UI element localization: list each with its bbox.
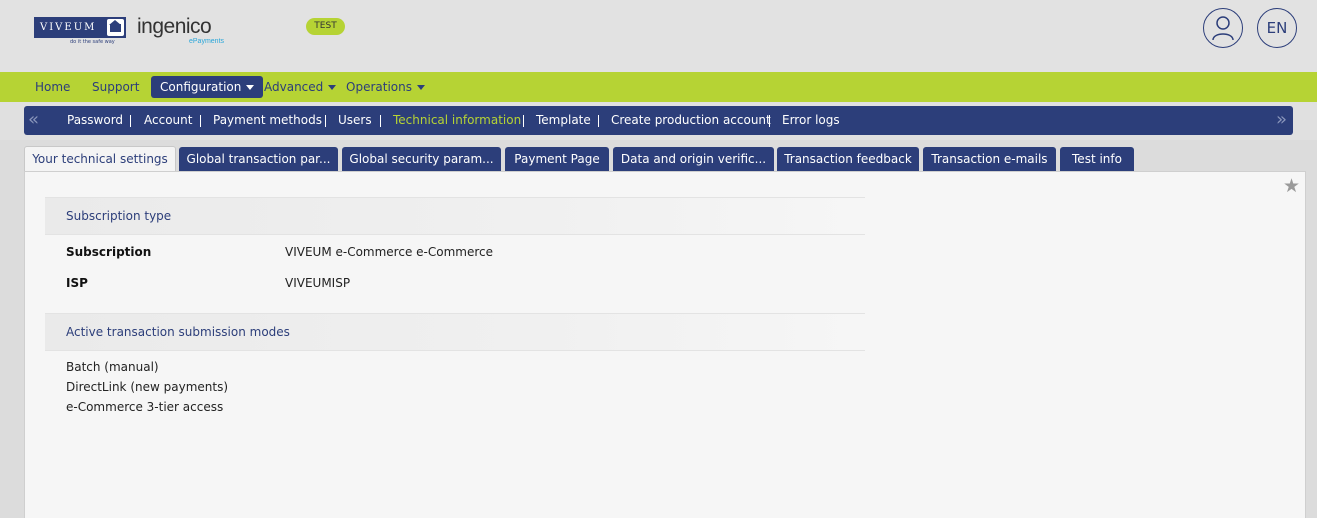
environment-badge: TEST <box>306 18 345 35</box>
isp-value: VIVEUMISP <box>285 276 351 290</box>
menu-support-label: Support <box>92 80 140 94</box>
user-account-button[interactable] <box>1203 8 1243 48</box>
submenu-account[interactable]: Account <box>144 106 192 135</box>
submenu-create-production-account[interactable]: Create production account <box>611 106 771 135</box>
main-menu: Home Support Configuration Advanced Oper… <box>0 72 1317 102</box>
ingenico-logo-subtext: ePayments <box>189 38 225 45</box>
tab-your-technical-settings[interactable]: Your technical settings <box>24 146 176 172</box>
section-active-submission-modes: Active transaction submission modes <box>45 313 865 351</box>
section-subscription-type: Subscription type <box>45 197 865 235</box>
scroll-right-icon[interactable]: » <box>1276 109 1287 131</box>
chevron-down-icon <box>416 85 425 90</box>
menu-support[interactable]: Support <box>83 76 148 98</box>
submenu-area: « Password Account Payment methods Users… <box>0 102 1317 140</box>
tab-payment-page[interactable]: Payment Page <box>505 147 609 171</box>
menu-operations[interactable]: Operations <box>337 76 434 98</box>
list-item: DirectLink (new payments) <box>66 380 229 394</box>
submenu-divider <box>769 115 770 127</box>
submenu-divider <box>325 115 326 127</box>
tab-strip: Your technical settings Global transacti… <box>0 140 1317 172</box>
subscription-value: VIVEUM e-Commerce e-Commerce <box>285 245 493 259</box>
tab-data-origin-verification[interactable]: Data and origin verific... <box>613 147 774 171</box>
menu-configuration[interactable]: Configuration <box>151 76 264 98</box>
menu-advanced[interactable]: Advanced <box>255 76 345 98</box>
tab-global-security-parameters[interactable]: Global security param... <box>342 147 501 171</box>
submenu-divider <box>130 115 131 127</box>
favorite-star-icon[interactable]: ★ <box>1283 176 1300 196</box>
content-panel: ★ Subscription type Subscription VIVEUM … <box>24 171 1306 518</box>
submenu-template[interactable]: Template <box>536 106 591 135</box>
subscription-label: Subscription <box>66 245 152 259</box>
isp-label: ISP <box>66 276 88 290</box>
submenu-divider <box>598 115 599 127</box>
viveum-tagline: do it the safe way <box>70 39 115 45</box>
viveum-logo[interactable]: VIVEUM do it the safe way <box>34 17 126 47</box>
submenu-password[interactable]: Password <box>67 106 123 135</box>
ingenico-logo: ingenico ePayments <box>137 15 237 47</box>
chevron-down-icon <box>246 85 255 90</box>
menu-advanced-label: Advanced <box>264 80 324 94</box>
tab-transaction-emails[interactable]: Transaction e-mails <box>923 147 1056 171</box>
tab-test-info[interactable]: Test info <box>1060 147 1134 171</box>
tab-transaction-feedback[interactable]: Transaction feedback <box>777 147 919 171</box>
submenu-bar: « Password Account Payment methods Users… <box>24 106 1293 135</box>
ingenico-logo-text: ingenico <box>137 15 212 38</box>
tab-global-transaction-parameters[interactable]: Global transaction par... <box>179 147 338 171</box>
menu-operations-label: Operations <box>346 80 412 94</box>
list-item: e-Commerce 3-tier access <box>66 400 224 414</box>
menu-home-label: Home <box>35 80 71 94</box>
list-item: Batch (manual) <box>66 360 159 374</box>
header-bar: VIVEUM do it the safe way ingenico ePaym… <box>0 0 1317 72</box>
submenu-technical-information[interactable]: Technical information <box>393 106 521 135</box>
menu-configuration-label: Configuration <box>160 80 242 94</box>
submenu-payment-methods[interactable]: Payment methods <box>213 106 322 135</box>
chevron-down-icon <box>328 85 337 90</box>
submenu-error-logs[interactable]: Error logs <box>782 106 840 135</box>
menu-home[interactable]: Home <box>26 76 79 98</box>
language-button[interactable]: EN <box>1257 8 1297 48</box>
submenu-divider <box>380 115 381 127</box>
viveum-house-icon <box>107 19 124 36</box>
submenu-divider <box>200 115 201 127</box>
user-icon <box>1212 16 1234 41</box>
submenu-users[interactable]: Users <box>338 106 372 135</box>
scroll-left-icon[interactable]: « <box>28 109 39 131</box>
submenu-divider <box>523 115 524 127</box>
